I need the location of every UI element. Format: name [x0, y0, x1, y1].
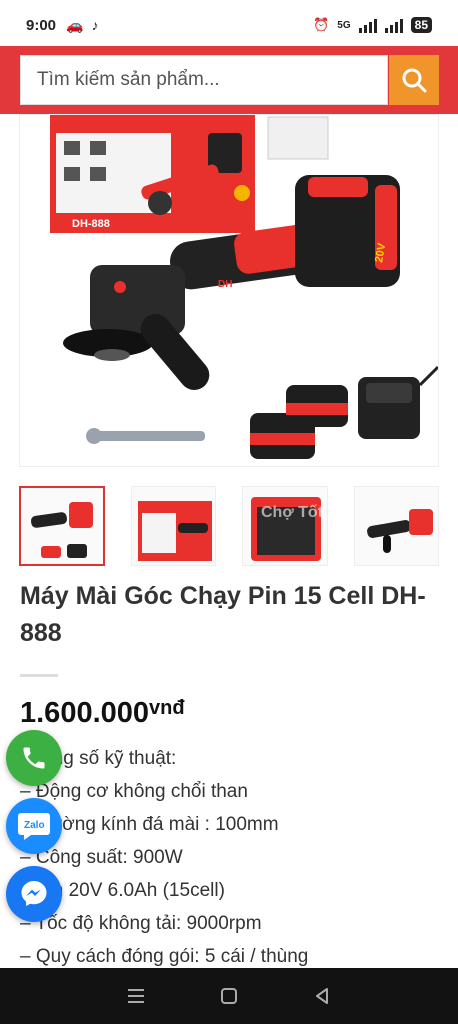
tiktok-icon: ♪ — [91, 17, 99, 33]
signal-icon — [358, 17, 377, 33]
product-main-image[interactable]: DH-888 20V DH — [19, 114, 439, 467]
search-placeholder: Tìm kiếm sản phẩm... — [37, 69, 220, 90]
battery-indicator: 85 — [410, 17, 432, 33]
back-icon[interactable] — [313, 987, 331, 1005]
thumbnail-3[interactable]: Chợ Tốt — [242, 486, 328, 566]
search-input[interactable]: Tìm kiếm sản phẩm... — [20, 55, 388, 105]
signal-icon-2 — [384, 17, 403, 33]
product-info: Máy Mài Góc Chạy Pin 15 Cell DH-888 1.60… — [0, 566, 458, 973]
product-price: 1.600.000vnđ — [20, 697, 438, 730]
spec-line: – Công suất: 900W — [20, 847, 183, 868]
spec-line: – Đường kính đá mài : 100mm — [20, 814, 279, 835]
box-model-label: DH-888 — [72, 218, 110, 230]
product-specs: Thông số kỹ thuật: – Động cơ không chổi … — [20, 742, 438, 973]
alarm-icon: ⏰ — [313, 17, 330, 32]
system-nav-bar — [0, 968, 458, 1024]
call-button[interactable] — [6, 730, 62, 786]
product-title: Máy Mài Góc Chạy Pin 15 Cell DH-888 — [20, 582, 426, 647]
search-button[interactable] — [389, 55, 439, 105]
site-header: Tìm kiếm sản phẩm... — [0, 46, 458, 114]
spec-line: – Động cơ không chổi than — [20, 781, 248, 802]
spec-line: – Tốc độ không tải: 9000rpm — [20, 913, 262, 934]
thumbnail-2[interactable] — [130, 486, 217, 566]
clock: 9:00 — [26, 16, 57, 34]
thumbnail-1[interactable] — [19, 486, 105, 566]
car-icon: 🚗 — [66, 16, 84, 33]
home-icon[interactable] — [220, 987, 238, 1005]
thumbnail-strip: Chợ Tốt — [19, 486, 440, 566]
thumbnail-4[interactable] — [353, 486, 440, 566]
zalo-icon: Zalo — [18, 813, 50, 840]
title-divider — [20, 674, 58, 677]
messenger-button[interactable] — [6, 866, 62, 922]
zalo-button[interactable]: Zalo — [6, 798, 62, 854]
svg-text:Zalo: Zalo — [24, 820, 45, 831]
menu-icon[interactable] — [127, 988, 145, 1004]
brand-label: DH — [218, 279, 232, 290]
messenger-icon — [21, 881, 47, 906]
network-type: 5G — [337, 19, 351, 31]
price-currency: vnđ — [149, 697, 185, 719]
spec-line: – Pin 20V 6.0Ah (15cell) — [20, 880, 225, 901]
search-icon — [402, 68, 427, 93]
spec-line: Thông số kỹ thuật: — [20, 748, 177, 769]
price-value: 1.600.000 — [20, 697, 150, 729]
phone-icon — [23, 747, 45, 769]
status-bar: 9:00 🚗 ♪ ⏰ 5G 85 — [0, 0, 458, 50]
watermark-label: Chợ Tốt — [261, 504, 324, 521]
